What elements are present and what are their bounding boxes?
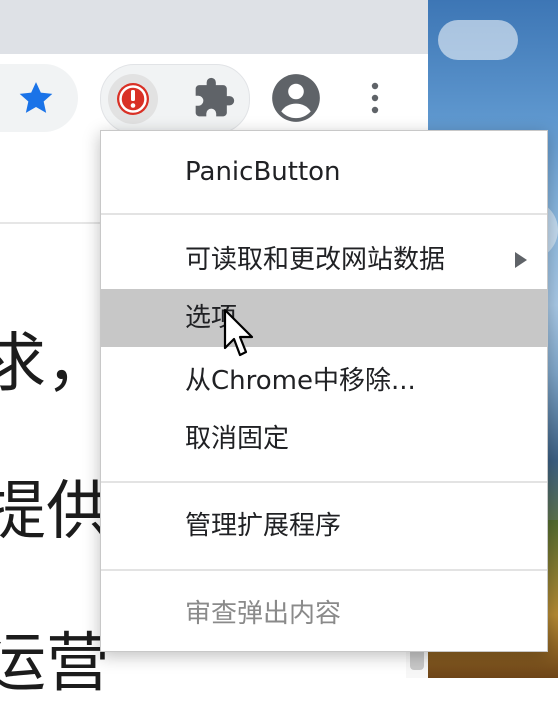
menu-separator	[101, 481, 547, 483]
menu-item-label: 审查弹出内容	[185, 599, 342, 629]
tab-strip	[0, 0, 428, 54]
menu-item-label: PanicButton	[185, 157, 341, 187]
panic-button-icon[interactable]	[108, 74, 158, 124]
menu-item-remove[interactable]: 从Chrome中移除...	[101, 352, 547, 410]
menu-separator	[101, 213, 547, 215]
menu-separator	[101, 569, 547, 571]
menu-item-manage-extensions[interactable]: 管理扩展程序	[101, 497, 547, 555]
menu-item-label: 从Chrome中移除...	[185, 366, 416, 396]
menu-item-extension-name[interactable]: PanicButton	[101, 143, 547, 201]
page-text-line: 运营	[0, 627, 110, 701]
mouse-cursor-icon	[223, 308, 254, 357]
account-circle-icon[interactable]	[270, 72, 322, 124]
extension-context-menu: PanicButton 可读取和更改网站数据 选项 从Chrome中移除... …	[100, 130, 548, 652]
menu-item-label: 管理扩展程序	[185, 511, 342, 541]
menu-item-unpin[interactable]: 取消固定	[101, 410, 547, 468]
menu-item-site-access[interactable]: 可读取和更改网站数据	[101, 231, 547, 289]
toolbar-divider	[0, 222, 100, 224]
three-dots-vertical-icon[interactable]	[360, 78, 390, 118]
puzzle-icon[interactable]	[192, 76, 236, 120]
star-icon[interactable]	[16, 78, 56, 118]
page-text-line: 求，	[0, 327, 110, 401]
submenu-arrow-icon	[515, 252, 527, 268]
menu-item-label: 取消固定	[185, 424, 290, 454]
page-text-line: 提供	[0, 475, 110, 549]
menu-item-options[interactable]: 选项	[101, 289, 547, 347]
menu-item-label: 可读取和更改网站数据	[185, 245, 446, 275]
wallpaper-cloud	[438, 20, 518, 60]
menu-item-inspect-popup: 审查弹出内容	[101, 585, 547, 643]
